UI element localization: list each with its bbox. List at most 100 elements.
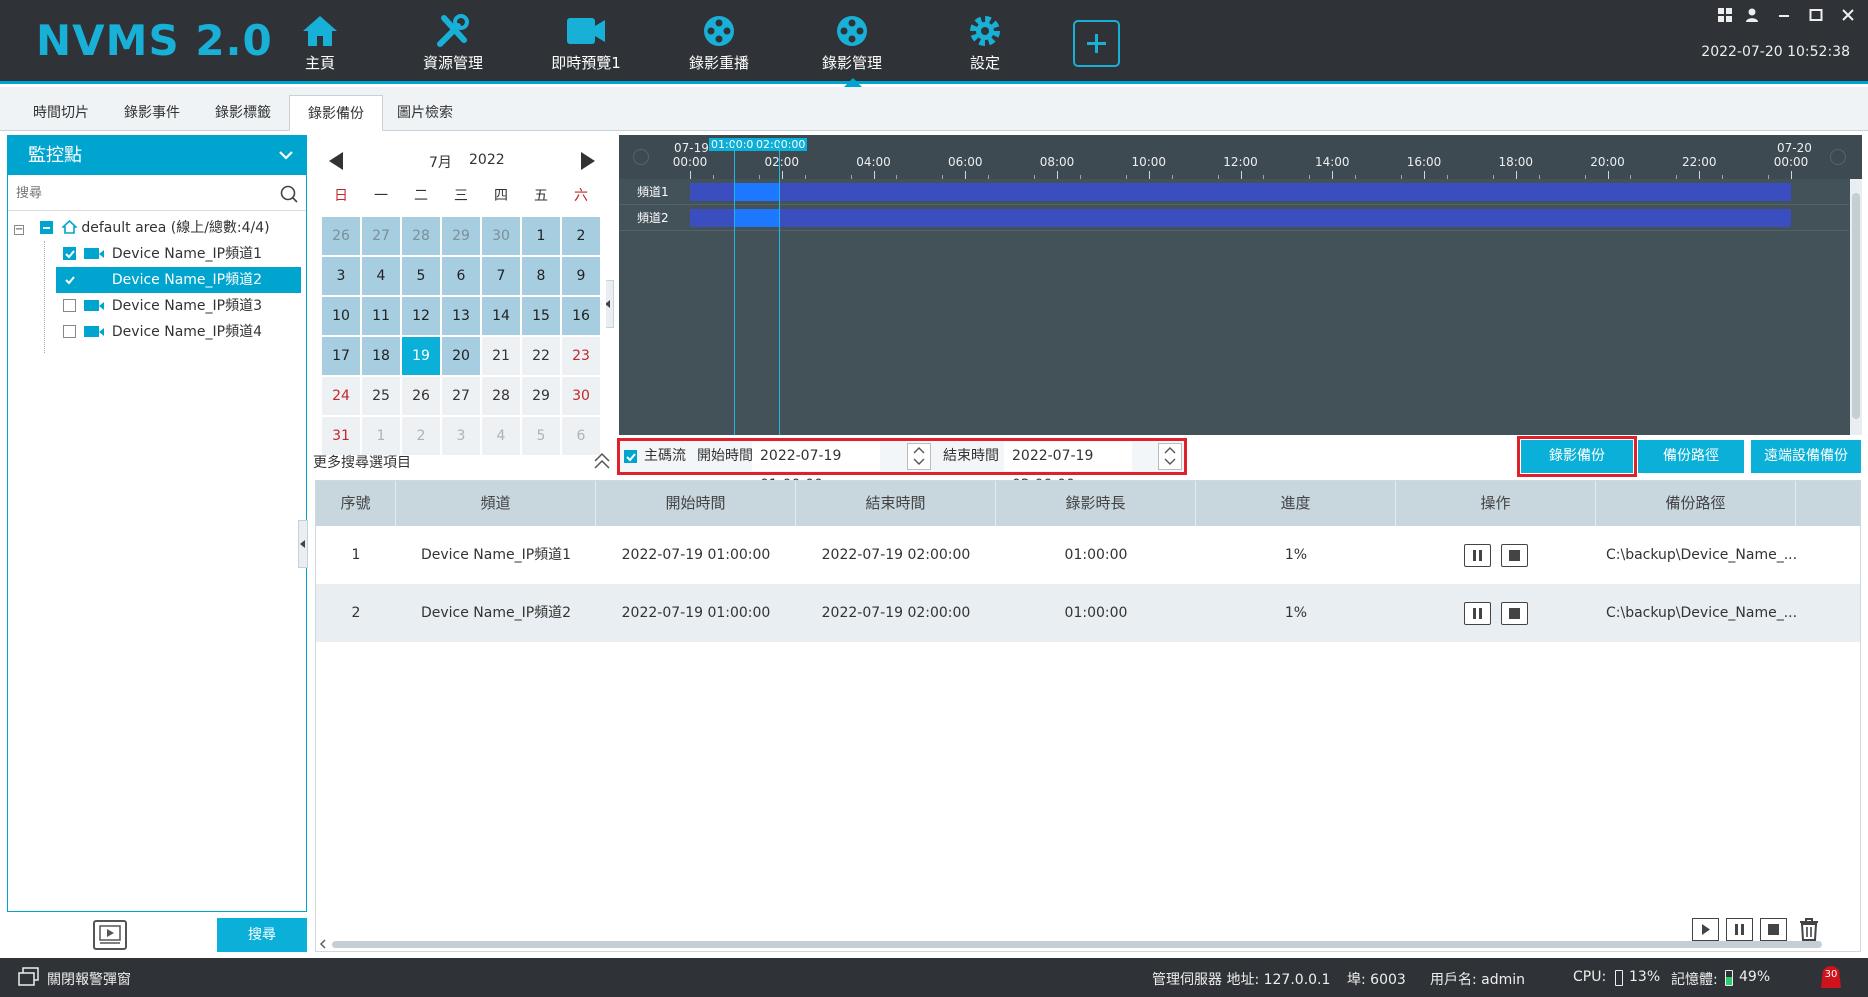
calendar-day[interactable]: 18 (362, 337, 400, 375)
column-header[interactable]: 頻道 (396, 481, 596, 526)
channel-row-2[interactable]: 頻道2 (619, 205, 1849, 231)
time-marker-start[interactable] (734, 143, 735, 435)
nav-home[interactable]: 主頁 (260, 14, 380, 74)
timeline-scrollbar[interactable] (1850, 179, 1862, 435)
stop-button[interactable] (1501, 601, 1529, 625)
calendar-day[interactable]: 1 (362, 417, 400, 455)
main-stream-checkbox[interactable] (624, 450, 637, 463)
tree-area-node[interactable]: − default area (線上/總數:4/4) (14, 215, 270, 241)
search-icon[interactable] (280, 185, 298, 203)
end-time-spinner[interactable] (1158, 443, 1182, 470)
column-header[interactable]: 開始時間 (596, 481, 796, 526)
device-checkbox[interactable] (63, 299, 76, 312)
add-tab-button[interactable] (1073, 20, 1120, 67)
channel-row-1[interactable]: 頻道1 (619, 179, 1849, 205)
chevron-down-icon[interactable] (278, 149, 294, 161)
calendar-day[interactable]: 12 (402, 297, 440, 335)
column-header[interactable]: 序號 (316, 481, 396, 526)
calendar-day[interactable]: 16 (562, 297, 600, 335)
device-checkbox[interactable] (63, 273, 76, 286)
collapse-icon[interactable]: − (14, 225, 24, 235)
calendar-day[interactable]: 15 (522, 297, 560, 335)
nav-resource-management[interactable]: 資源管理 (393, 14, 513, 74)
calendar-day[interactable]: 2 (402, 417, 440, 455)
search-button[interactable]: 搜尋 (217, 918, 307, 952)
spinner-down-icon[interactable] (1159, 456, 1181, 468)
calendar-day[interactable]: 20 (442, 337, 480, 375)
nav-record-management[interactable]: 錄影管理 (792, 14, 912, 87)
calendar-day[interactable]: 3 (442, 417, 480, 455)
calendar-day[interactable]: 7 (482, 257, 520, 295)
start-time-spinner[interactable] (907, 443, 931, 470)
calendar-day[interactable]: 1 (522, 217, 560, 255)
calendar-day[interactable]: 28 (402, 217, 440, 255)
timeline-ruler[interactable]: 07-19 07-20 01:00:00 02:00:00 00:00 02:00… (619, 135, 1862, 179)
stop-button[interactable] (1501, 543, 1529, 567)
calendar-day[interactable]: 29 (442, 217, 480, 255)
pause-button[interactable] (1463, 543, 1491, 567)
calendar-day[interactable]: 30 (562, 377, 600, 415)
calendar-day[interactable]: 29 (522, 377, 560, 415)
device-checkbox[interactable] (63, 247, 76, 260)
close-alarm-popup[interactable]: 關閉報警彈窗 (47, 969, 131, 989)
calendar-day[interactable]: 4 (482, 417, 520, 455)
tab-time-slice[interactable]: 時間切片 (15, 95, 107, 131)
calendar-day[interactable]: 13 (442, 297, 480, 335)
calendar-day[interactable]: 11 (362, 297, 400, 335)
calendar-day[interactable]: 9 (562, 257, 600, 295)
calendar-day[interactable]: 5 (522, 417, 560, 455)
column-header[interactable]: 操作 (1396, 481, 1596, 526)
nav-playback[interactable]: 錄影重播 (659, 14, 779, 74)
device-item-3[interactable]: Device Name_IP頻道3 (63, 293, 298, 319)
pause-button[interactable] (1463, 601, 1491, 625)
maximize-icon[interactable] (1809, 8, 1823, 26)
calendar-day[interactable]: 2 (562, 217, 600, 255)
tab-record-events[interactable]: 錄影事件 (106, 95, 198, 131)
tab-image-search[interactable]: 圖片檢索 (379, 95, 471, 131)
calendar-day[interactable]: 5 (402, 257, 440, 295)
column-header[interactable]: 結束時間 (796, 481, 996, 526)
tab-record-backup[interactable]: 錄影備份 (289, 95, 383, 131)
record-segment[interactable] (690, 209, 1791, 227)
nav-live-preview[interactable]: 即時預覽1 (526, 14, 646, 74)
spinner-down-icon[interactable] (908, 456, 930, 468)
calendar-day[interactable]: 22 (522, 337, 560, 375)
remote-device-backup-button[interactable]: 遠端設備備份 (1751, 440, 1861, 473)
calendar-day[interactable]: 6 (442, 257, 480, 295)
calendar-day[interactable]: 8 (522, 257, 560, 295)
time-marker-end[interactable] (779, 143, 780, 435)
selected-segment[interactable] (734, 183, 779, 201)
bulk-stop-button[interactable] (1760, 918, 1787, 941)
timeline-prev-icon[interactable] (633, 149, 649, 165)
record-backup-button[interactable]: 錄影備份 (1521, 440, 1633, 473)
close-icon[interactable] (1841, 8, 1855, 26)
start-time-input[interactable]: 2022-07-19 01:00:00 (752, 442, 880, 493)
calendar-day[interactable]: 30 (482, 217, 520, 255)
prev-month-icon[interactable] (327, 151, 345, 171)
next-month-icon[interactable] (579, 151, 597, 171)
panel-header[interactable]: 監控點 (8, 136, 306, 175)
chevron-left-icon[interactable] (318, 939, 328, 949)
calendar-day[interactable]: 28 (482, 377, 520, 415)
calendar-day[interactable]: 14 (482, 297, 520, 335)
record-segment[interactable] (690, 183, 1791, 201)
area-checkbox[interactable] (40, 221, 54, 234)
device-item-1[interactable]: Device Name_IP頻道1 (63, 241, 298, 267)
calendar-day[interactable]: 26 (322, 217, 360, 255)
bulk-play-button[interactable] (1692, 918, 1719, 941)
nav-settings[interactable]: 設定 (925, 14, 1045, 74)
user-icon[interactable] (1745, 8, 1759, 26)
grid-icon[interactable] (1718, 8, 1732, 26)
device-search-input[interactable] (8, 175, 268, 209)
calendar-day[interactable]: 17 (322, 337, 360, 375)
end-time-input[interactable]: 2022-07-19 02:00:00 (1004, 442, 1132, 493)
calendar-day[interactable]: 10 (322, 297, 360, 335)
double-chevron-up-icon[interactable] (593, 452, 611, 470)
table-row[interactable]: 1 Device Name_IP頻道1 2022-07-19 01:00:00 … (316, 526, 1860, 584)
column-header[interactable]: 錄影時長 (996, 481, 1196, 526)
calendar-day[interactable]: 21 (482, 337, 520, 375)
column-header[interactable]: 備份路徑 (1596, 481, 1796, 526)
playback-mode-button[interactable] (93, 920, 127, 950)
column-header[interactable]: 進度 (1196, 481, 1396, 526)
calendar-day[interactable]: 3 (322, 257, 360, 295)
